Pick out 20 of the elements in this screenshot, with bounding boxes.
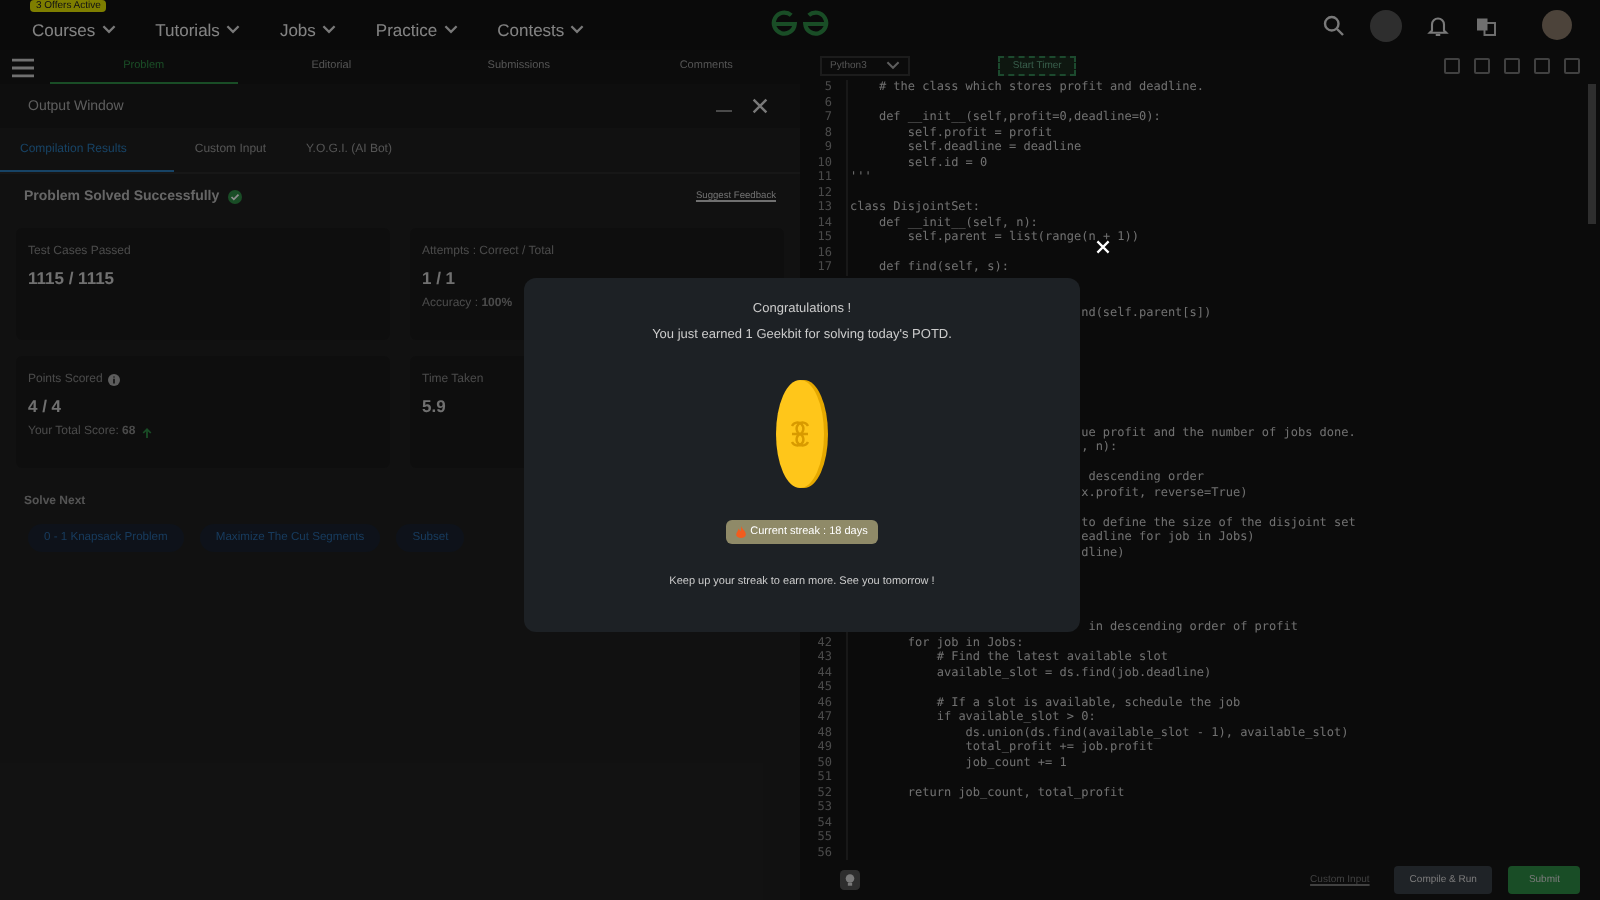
stat-value: 1115 / 1115 xyxy=(28,268,117,288)
nav-menu-item[interactable]: Contests xyxy=(497,19,585,39)
check-icon xyxy=(227,190,242,204)
nav-menu-item[interactable]: Practice xyxy=(375,19,458,39)
stat-value: 4 / 4 xyxy=(28,396,64,416)
nav-menu-item[interactable]: Jobs xyxy=(279,19,336,39)
nav-menu-item[interactable]: Courses xyxy=(32,19,116,39)
search-icon[interactable] xyxy=(1322,13,1346,37)
menu-icon[interactable] xyxy=(12,57,34,77)
translate-icon[interactable] xyxy=(1474,13,1498,37)
scrollbar[interactable] xyxy=(1588,84,1596,224)
chevron-down-icon[interactable] xyxy=(886,60,901,70)
stat-value: 5.9 xyxy=(422,396,448,416)
info-icon[interactable] xyxy=(108,374,121,386)
stat-value: 1 / 1 xyxy=(422,268,458,288)
flame-icon xyxy=(736,526,747,538)
nav-menu-item[interactable]: Tutorials xyxy=(155,19,240,39)
lightbulb-icon[interactable] xyxy=(840,870,860,890)
bell-icon[interactable] xyxy=(1426,13,1450,37)
coin-icon xyxy=(774,378,830,490)
